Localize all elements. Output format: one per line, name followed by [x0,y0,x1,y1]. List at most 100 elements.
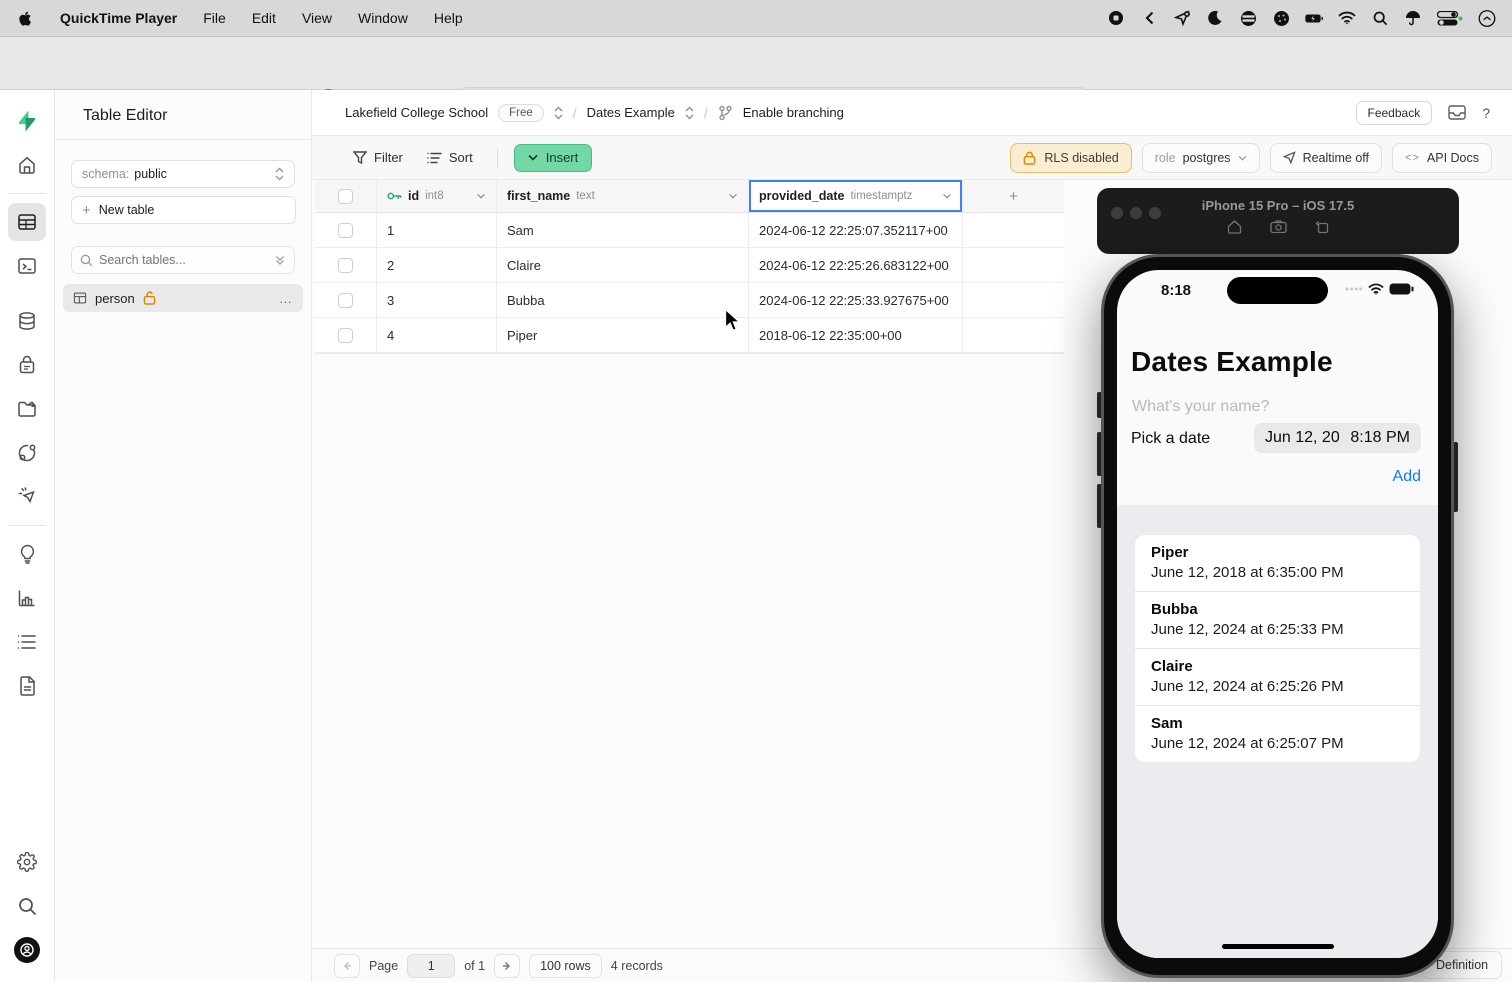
search-tables-input[interactable] [99,253,269,267]
screen-record-stop-icon[interactable] [1107,9,1125,27]
entry-name: Sam [1151,715,1404,732]
menu-file[interactable]: File [203,10,226,26]
feedback-button[interactable]: Feedback [1356,101,1433,125]
umbrella-icon[interactable] [1404,9,1422,27]
sidebar-item-database[interactable] [8,302,46,340]
wifi-icon[interactable] [1338,9,1356,27]
cell-first-name[interactable]: Bubba [497,283,749,317]
org-switcher-icon[interactable] [554,106,563,120]
location-arrow-icon[interactable] [1173,9,1191,27]
control-center-icon[interactable] [1437,9,1463,27]
sidebar-item-advisors[interactable] [8,535,46,573]
project-switcher-icon[interactable] [685,106,694,120]
schema-select[interactable]: schema: public [71,160,295,188]
user-avatar[interactable] [8,931,46,969]
insert-button[interactable]: Insert [514,144,593,172]
sidebar-item-storage[interactable] [8,390,46,428]
sidebar-item-search[interactable] [8,887,46,925]
chevron-left-icon[interactable] [1140,9,1158,27]
cell-id[interactable]: 3 [377,283,497,317]
apple-menu-icon[interactable] [16,9,34,27]
search-tables-box[interactable] [71,246,295,274]
breadcrumb-project[interactable]: Dates Example [587,105,675,120]
rls-disabled-badge[interactable]: RLS disabled [1010,143,1131,173]
chevron-down-icon[interactable] [728,193,738,199]
simulator-titlebar[interactable]: iPhone 15 Pro – iOS 17.5 [1097,188,1459,254]
new-table-button[interactable]: + New table [71,196,296,224]
column-header-id[interactable]: id int8 [377,180,497,212]
browser-toolbar: 0 supabase.com A文 [0,37,1512,90]
menubar-collapse-icon[interactable] [1478,9,1496,27]
list-item[interactable]: Bubba June 12, 2024 at 6:25:33 PM [1135,592,1420,649]
row-checkbox[interactable] [338,328,353,343]
menubar-app-name[interactable]: QuickTime Player [60,10,177,26]
add-column-button[interactable]: + [963,180,1064,212]
spotlight-search-icon[interactable] [1371,9,1389,27]
cell-id[interactable]: 1 [377,213,497,247]
cell-id[interactable]: 4 [377,318,497,352]
sidebar-item-edge-functions[interactable] [8,434,46,472]
sidebar-item-settings[interactable] [8,843,46,881]
list-item[interactable]: Sam June 12, 2024 at 6:25:07 PM [1135,706,1420,762]
menu-edit[interactable]: Edit [252,10,276,26]
page-input[interactable] [407,954,455,978]
next-page-button[interactable] [494,954,520,978]
cell-id[interactable]: 2 [377,248,497,282]
row-checkbox[interactable] [338,293,353,308]
sidebar-item-realtime[interactable] [8,478,46,516]
cell-first-name[interactable]: Claire [497,248,749,282]
supabase-logo[interactable] [8,102,46,140]
help-icon[interactable]: ? [1482,105,1490,121]
menu-view[interactable]: View [302,10,332,26]
name-input[interactable]: What's your name? [1132,398,1269,416]
enable-branching-button[interactable]: Enable branching [743,105,844,120]
dotted-circle-icon[interactable] [1272,9,1290,27]
inbox-icon[interactable] [1448,105,1466,120]
role-select[interactable]: role postgres [1142,143,1260,173]
table-item-person[interactable]: person … [63,284,303,312]
rows-per-page-button[interactable]: 100 rows [529,954,602,978]
column-header-first-name[interactable]: first_name text [497,180,749,212]
cell-first-name[interactable]: Sam [497,213,749,247]
row-checkbox[interactable] [338,258,353,273]
chevron-down-icon[interactable] [476,193,486,199]
cell-provided-date[interactable]: 2024-06-12 22:25:33.927675+00 [749,283,963,317]
simulator-screenshot-icon[interactable] [1270,220,1287,234]
sidebar-item-auth[interactable] [8,346,46,384]
cell-provided-date[interactable]: 2018-06-12 22:35:00+00 [749,318,963,352]
battery-charging-icon [1305,9,1323,27]
realtime-toggle[interactable]: Realtime off [1270,143,1382,173]
menu-window[interactable]: Window [358,10,408,26]
focus-moon-icon[interactable] [1206,9,1224,27]
prev-page-button[interactable] [334,954,360,978]
list-item[interactable]: Claire June 12, 2024 at 6:25:26 PM [1135,649,1420,706]
sort-button[interactable]: Sort [419,146,481,169]
entry-name: Piper [1151,544,1404,561]
cell-provided-date[interactable]: 2024-06-12 22:25:07.352117+00 [749,213,963,247]
row-checkbox[interactable] [338,223,353,238]
add-button[interactable]: Add [1393,468,1421,486]
time-picker-button[interactable]: 8:18 PM [1339,423,1421,453]
cell-provided-date[interactable]: 2024-06-12 22:25:26.683122+00 [749,248,963,282]
column-header-provided-date[interactable]: provided_date timestamptz [749,180,963,212]
simulator-home-icon[interactable] [1227,220,1242,234]
sidebar-item-home[interactable] [8,146,46,184]
sidebar-item-sql-editor[interactable] [8,247,46,285]
breadcrumb-org[interactable]: Lakefield College School [345,105,488,120]
filter-button[interactable]: Filter [345,146,411,169]
api-docs-button[interactable]: <> API Docs [1392,143,1492,173]
list-item[interactable]: Piper June 12, 2018 at 6:35:00 PM [1135,535,1420,592]
stage-stripes-icon[interactable] [1239,9,1257,27]
sidebar-item-logs[interactable] [8,623,46,661]
simulator-rotate-icon[interactable] [1315,220,1329,234]
cell-first-name[interactable]: Piper [497,318,749,352]
table-item-menu[interactable]: … [279,291,293,306]
home-indicator[interactable] [1222,944,1334,949]
code-icon: <> [1405,152,1420,164]
sidebar-item-table-editor[interactable] [8,203,46,241]
sidebar-item-api-docs[interactable] [8,667,46,705]
menu-help[interactable]: Help [434,10,463,26]
chevron-down-icon[interactable] [942,193,952,199]
select-all-checkbox[interactable] [338,189,353,204]
sidebar-item-reports[interactable] [8,579,46,617]
